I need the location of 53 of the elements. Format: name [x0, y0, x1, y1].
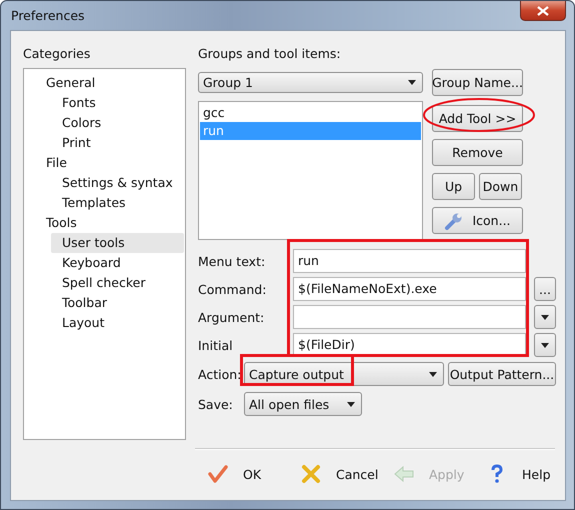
group-name-button[interactable]: Group Name...: [432, 69, 523, 96]
caret-icon: [408, 80, 416, 85]
tree-item[interactable]: Settings & syntax: [24, 173, 173, 193]
input-field[interactable]: $(FileNameNoExt).exe: [293, 277, 526, 301]
close-button[interactable]: [520, 1, 566, 21]
tree-item[interactable]: Spell checker: [24, 273, 146, 293]
caret-icon: [541, 314, 549, 320]
caret-icon: [429, 372, 437, 376]
close-icon: [536, 6, 550, 16]
action-dropdown[interactable]: Capture output: [244, 362, 444, 386]
remove-button[interactable]: Remove: [432, 139, 523, 166]
input-field[interactable]: run: [293, 249, 526, 273]
dropdown-button[interactable]: [534, 333, 556, 357]
action-label: Action:: [198, 366, 240, 382]
save-dropdown[interactable]: All open files: [244, 392, 362, 416]
checkmark-icon: [207, 464, 229, 484]
save-label: Save:: [198, 396, 234, 412]
tree-item[interactable]: General: [24, 73, 96, 93]
up-button[interactable]: Up: [432, 173, 475, 200]
tree-item[interactable]: User tools: [51, 233, 184, 253]
field-label: Command:: [198, 282, 268, 296]
help-button[interactable]: Help: [472, 460, 565, 488]
tree-item[interactable]: File: [24, 153, 67, 173]
categories-label: Categories: [23, 46, 90, 62]
tree-item[interactable]: Layout: [24, 313, 104, 333]
output-pattern-button[interactable]: Output Pattern...: [448, 362, 556, 386]
list-item[interactable]: gcc: [200, 104, 421, 122]
add-tool-button[interactable]: Add Tool >>: [432, 105, 523, 132]
left-arrow-icon: [393, 464, 415, 484]
icon-button[interactable]: Icon...: [432, 207, 523, 234]
tree-item[interactable]: Print: [24, 133, 91, 153]
field-label: Menu text:: [198, 254, 266, 268]
groups-label: Groups and tool items:: [198, 46, 341, 62]
tree-item[interactable]: Tools: [24, 213, 77, 233]
caret-icon: [347, 402, 355, 406]
field-label: Initial: [198, 338, 234, 352]
cross-icon: [300, 464, 322, 484]
wrench-icon: [444, 212, 464, 230]
tree-item[interactable]: Templates: [24, 193, 126, 213]
tree-item[interactable]: Toolbar: [24, 293, 108, 313]
dropdown-button[interactable]: [534, 305, 556, 329]
cancel-button[interactable]: Cancel: [286, 460, 379, 488]
input-field[interactable]: [293, 305, 526, 329]
down-button[interactable]: Down: [479, 173, 522, 200]
tree-item[interactable]: Fonts: [24, 93, 96, 113]
tree-item[interactable]: Colors: [24, 113, 102, 133]
browse-button[interactable]: ...: [534, 277, 556, 301]
window-title: Preferences: [11, 8, 85, 23]
field-label: Argument:: [198, 310, 266, 324]
group-dropdown[interactable]: Group 1: [198, 72, 423, 93]
caret-icon: [541, 342, 549, 348]
ok-button[interactable]: OK: [193, 460, 286, 488]
tree-item[interactable]: Keyboard: [24, 253, 121, 273]
